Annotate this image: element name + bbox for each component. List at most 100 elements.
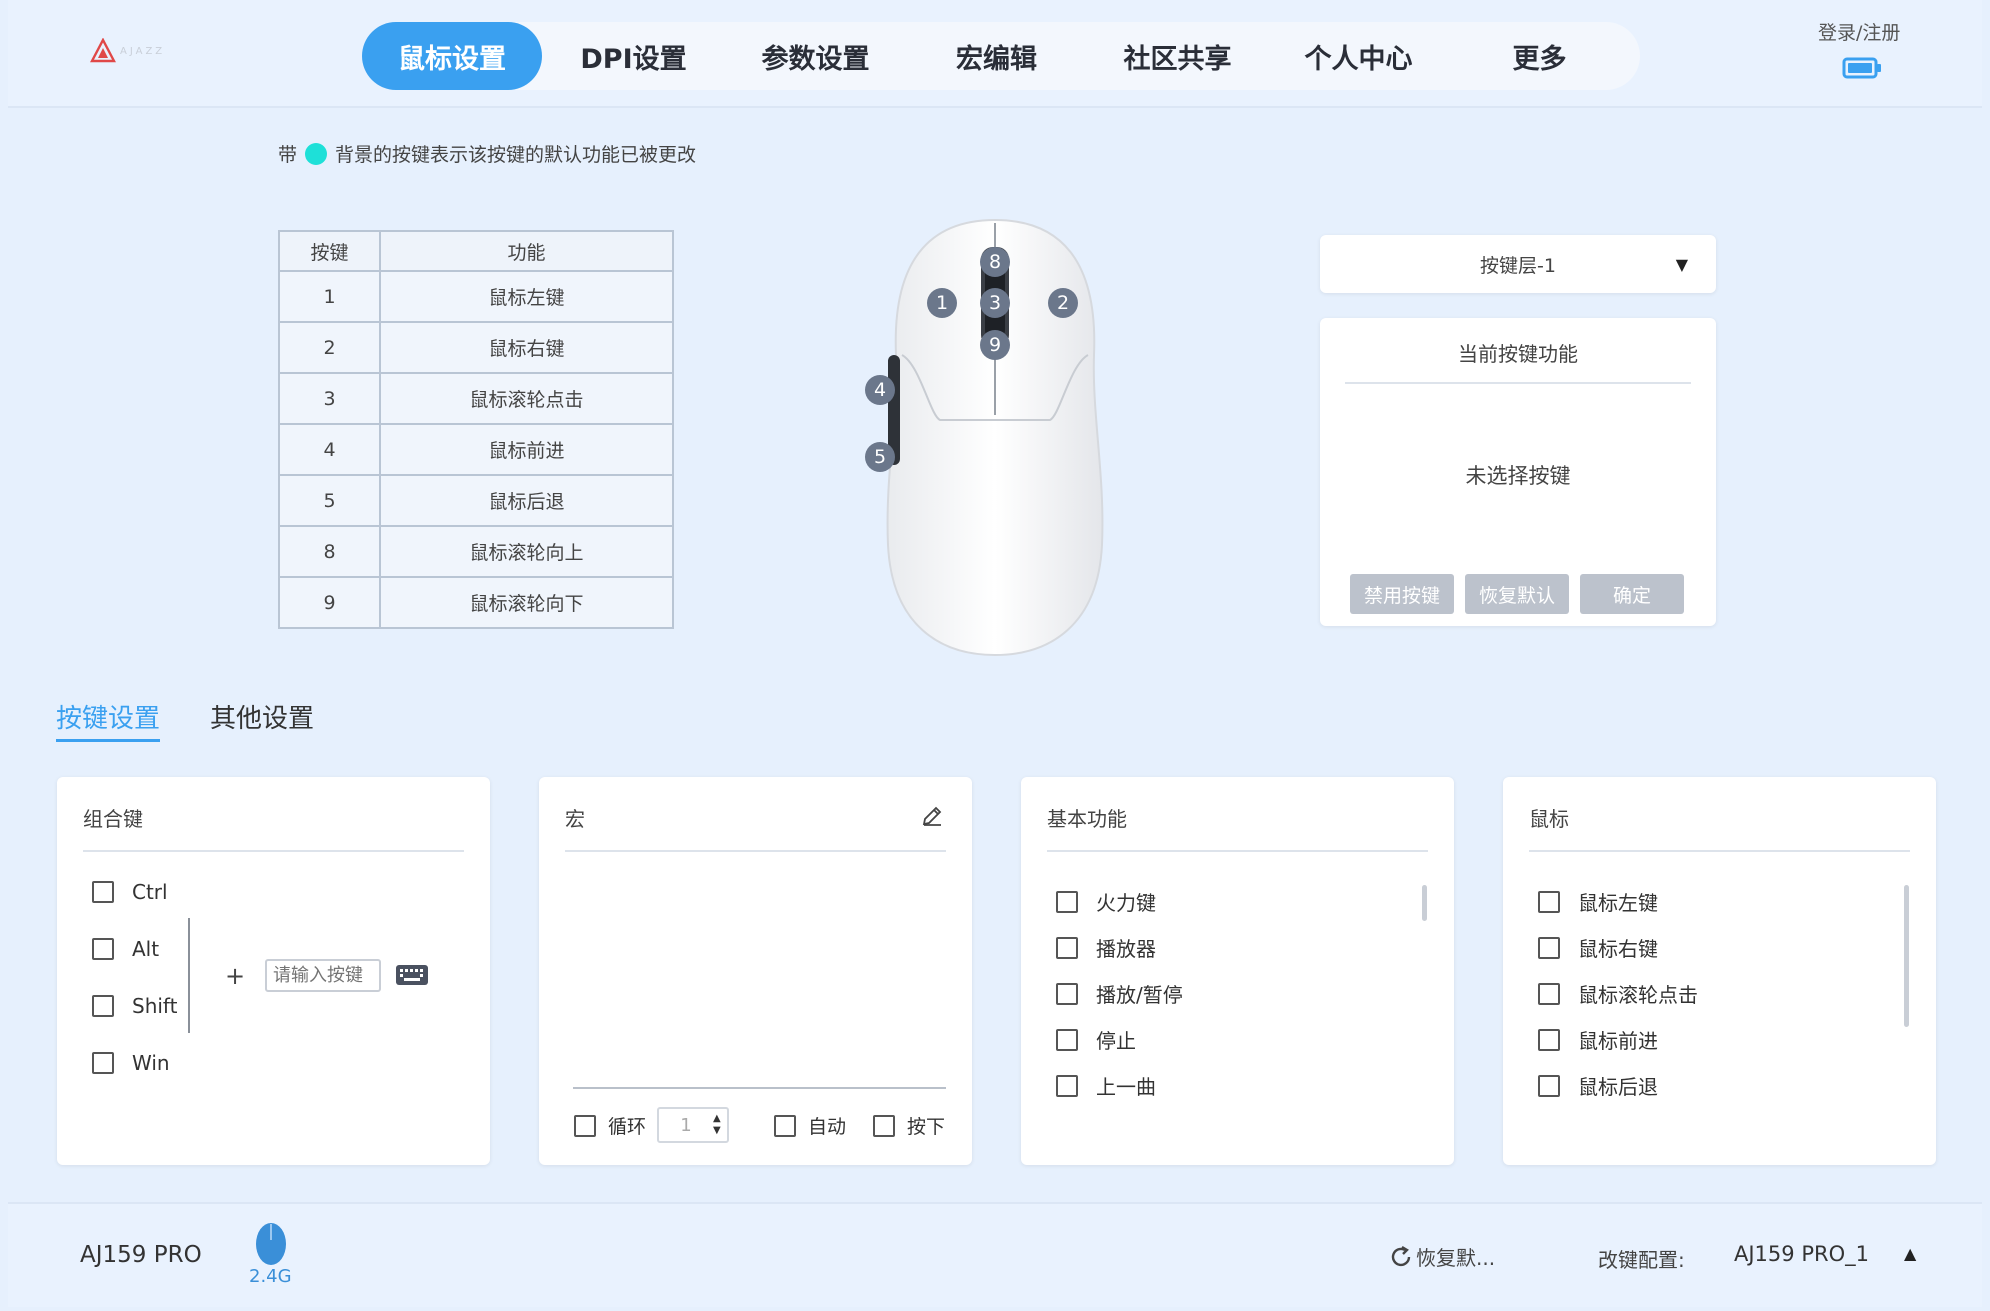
press-checkbox[interactable] [873, 1114, 895, 1137]
auto-option[interactable]: 自动 [774, 1112, 846, 1139]
item-checkbox[interactable] [1538, 1074, 1560, 1097]
item-checkbox[interactable] [1538, 1028, 1560, 1051]
device-name: AJ159 PRO [80, 1242, 202, 1268]
item-label: 鼠标滚轮点击 [1578, 983, 1698, 1007]
press-label: 按下 [907, 1116, 946, 1138]
mouse-button-5[interactable]: 5 [865, 442, 895, 472]
key-function: 鼠标滚轮向上 [379, 525, 674, 578]
macro-list-area[interactable] [565, 855, 946, 1083]
item-checkbox[interactable] [1538, 982, 1560, 1005]
refresh-icon [1391, 1245, 1411, 1266]
tab-key-settings[interactable]: 按键设置 [56, 698, 161, 742]
ajazz-logo-icon [90, 38, 116, 63]
logo-text: AJAZZ [120, 45, 166, 57]
table-row[interactable]: 8 鼠标滚轮向上 [277, 525, 674, 578]
edit-pencil-icon[interactable] [921, 805, 943, 827]
list-item[interactable]: 火力键 [1056, 887, 1156, 916]
nav-macro-editor[interactable]: 宏编辑 [906, 22, 1087, 90]
table-row[interactable]: 2 鼠标右键 [277, 321, 674, 374]
confirm-button[interactable]: 确定 [1580, 574, 1684, 614]
shift-label: Shift [132, 994, 178, 1018]
list-item[interactable]: 停止 [1056, 1025, 1136, 1054]
config-dropdown-arrow-icon[interactable]: ▲ [1904, 1244, 1916, 1263]
nav-more[interactable]: 更多 [1449, 22, 1630, 90]
key-input[interactable] [265, 959, 381, 992]
mouse-card-title: 鼠标 [1529, 807, 1569, 831]
table-row[interactable]: 1 鼠标左键 [277, 270, 674, 323]
modifier-alt[interactable]: Alt [92, 937, 159, 961]
function-panel-title: 当前按键功能 [1458, 342, 1578, 366]
combo-card-title: 组合键 [83, 807, 143, 831]
item-checkbox[interactable] [1056, 982, 1078, 1005]
nav-param-settings[interactable]: 参数设置 [725, 22, 906, 90]
nav-mouse-settings[interactable]: 鼠标设置 [362, 22, 542, 90]
nav-community[interactable]: 社区共享 [1087, 22, 1268, 90]
list-item[interactable]: 鼠标滚轮点击 [1538, 979, 1698, 1008]
mouse-button-2[interactable]: 2 [1048, 288, 1078, 318]
item-checkbox[interactable] [1056, 890, 1078, 913]
item-label: 播放器 [1096, 937, 1156, 961]
stepper-arrows-icon[interactable]: ▲ ▼ [713, 1113, 727, 1137]
modifier-win[interactable]: Win [92, 1051, 170, 1075]
item-checkbox[interactable] [1056, 1074, 1078, 1097]
divider [565, 850, 946, 852]
scrollbar[interactable] [1422, 885, 1427, 921]
hint-suffix: 背景的按键表示该按键的默认功能已被更改 [335, 144, 697, 166]
mouse-body-image [886, 218, 1104, 657]
mouse-button-8[interactable]: 8 [980, 247, 1010, 277]
restore-default-link[interactable]: 恢复默... [1388, 1242, 1495, 1271]
alt-label: Alt [132, 937, 160, 961]
alt-checkbox[interactable] [92, 938, 114, 960]
loop-checkbox[interactable] [574, 1114, 596, 1137]
col-header-function: 功能 [379, 230, 674, 272]
list-item[interactable]: 鼠标左键 [1538, 887, 1658, 916]
loop-option[interactable]: 循环 [574, 1112, 646, 1139]
item-checkbox[interactable] [1538, 890, 1560, 913]
keyboard-icon[interactable] [395, 964, 429, 986]
restore-default-button[interactable]: 恢复默认 [1465, 574, 1569, 614]
win-checkbox[interactable] [92, 1052, 114, 1074]
press-option[interactable]: 按下 [873, 1112, 945, 1139]
table-row[interactable]: 5 鼠标后退 [277, 474, 674, 527]
scrollbar[interactable] [1904, 885, 1909, 1027]
auto-checkbox[interactable] [774, 1114, 796, 1137]
item-checkbox[interactable] [1538, 936, 1560, 959]
modifier-bracket [188, 918, 190, 1033]
macro-card-title: 宏 [565, 807, 585, 831]
mouse-button-3[interactable]: 3 [980, 288, 1010, 318]
nav-personal-center[interactable]: 个人中心 [1268, 22, 1449, 90]
table-row[interactable]: 9 鼠标滚轮向下 [277, 576, 674, 629]
item-checkbox[interactable] [1056, 936, 1078, 959]
mouse-button-1[interactable]: 1 [927, 288, 957, 318]
list-item[interactable]: 播放/暂停 [1056, 979, 1183, 1008]
auto-label: 自动 [808, 1116, 847, 1138]
key-layer-dropdown[interactable]: 按键层-1 ▼ [1320, 235, 1716, 293]
list-item[interactable]: 鼠标右键 [1538, 933, 1658, 962]
list-item[interactable]: 播放器 [1056, 933, 1156, 962]
key-number: 8 [277, 525, 382, 578]
col-header-key: 按键 [277, 230, 382, 272]
tab-other-settings[interactable]: 其他设置 [210, 698, 314, 735]
basic-function-card: 基本功能 火力键 播放器 播放/暂停 停止 上一曲 [1021, 777, 1454, 1165]
list-item[interactable]: 鼠标后退 [1538, 1071, 1658, 1100]
disable-key-button[interactable]: 禁用按键 [1350, 574, 1454, 614]
nav-dpi-settings[interactable]: DPI设置 [542, 22, 725, 90]
shift-checkbox[interactable] [92, 995, 114, 1017]
table-row[interactable]: 4 鼠标前进 [277, 423, 674, 476]
login-register-link[interactable]: 登录/注册 [1818, 18, 1900, 45]
mouse-button-4[interactable]: 4 [865, 375, 895, 405]
item-checkbox[interactable] [1056, 1028, 1078, 1051]
list-item[interactable]: 鼠标前进 [1538, 1025, 1658, 1054]
key-number: 9 [277, 576, 382, 629]
modifier-shift[interactable]: Shift [92, 994, 177, 1018]
ctrl-checkbox[interactable] [92, 881, 114, 903]
modifier-ctrl[interactable]: Ctrl [92, 880, 168, 904]
divider [1529, 850, 1910, 852]
table-row[interactable]: 3 鼠标滚轮点击 [277, 372, 674, 425]
loop-count-value: 1 [680, 1114, 692, 1136]
mouse-button-9[interactable]: 9 [980, 330, 1010, 360]
config-select[interactable]: AJ159 PRO_1 [1734, 1242, 1869, 1266]
list-item[interactable]: 上一曲 [1056, 1071, 1156, 1100]
loop-count-stepper[interactable]: 1 ▲ ▼ [657, 1107, 729, 1143]
modified-color-dot [305, 142, 328, 165]
